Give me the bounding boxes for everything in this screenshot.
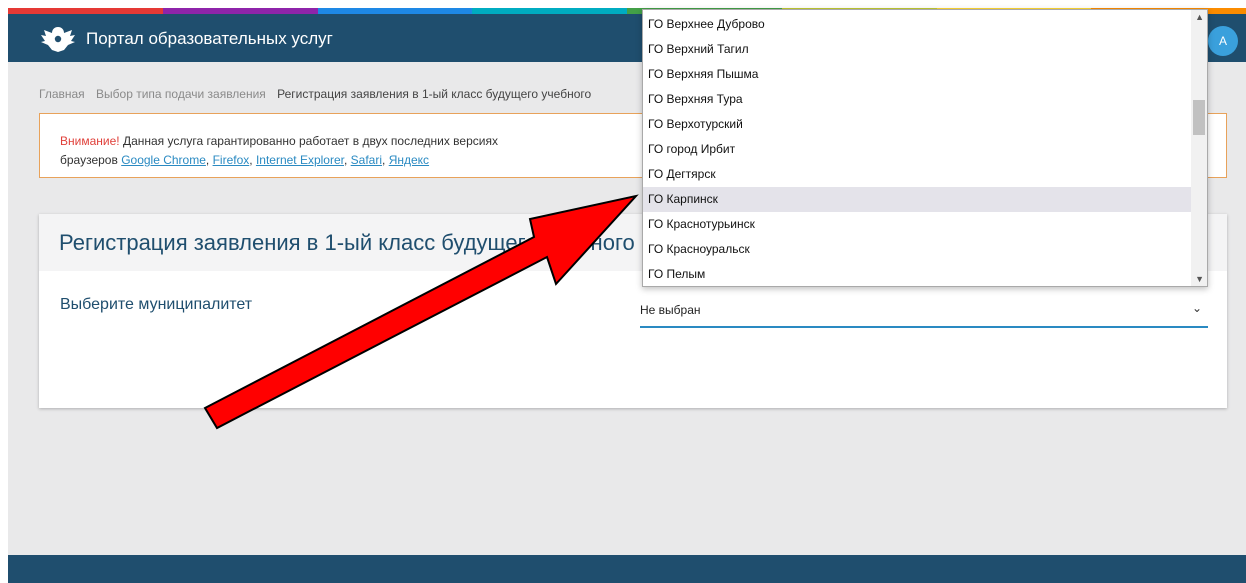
- scroll-down-icon[interactable]: ▼: [1195, 274, 1204, 284]
- dropdown-option[interactable]: ГО город Ирбит: [643, 137, 1191, 162]
- link-google-chrome[interactable]: Google Chrome: [121, 153, 206, 167]
- site-footer: [8, 555, 1246, 583]
- scroll-thumb[interactable]: [1193, 100, 1205, 135]
- dropdown-option[interactable]: ГО Верхотурский: [643, 112, 1191, 137]
- dropdown-option[interactable]: ГО Пелым: [643, 262, 1191, 286]
- chevron-down-icon: ⌄: [1191, 301, 1202, 315]
- dropdown-option[interactable]: ГО Краснотурьинск: [643, 212, 1191, 237]
- dropdown-option[interactable]: ГО Верхнее Дуброво: [643, 12, 1191, 37]
- municipality-select[interactable]: Не выбран ⌄: [640, 296, 1208, 328]
- link-separator: ,: [205, 153, 213, 167]
- link-firefox[interactable]: Firefox: [213, 153, 250, 167]
- dropdown-option[interactable]: ГО Верхний Тагил: [643, 37, 1191, 62]
- warning-attention: Внимание!: [60, 134, 120, 148]
- breadcrumb-current: Регистрация заявления в 1-ый класс будущ…: [277, 87, 592, 101]
- link-yandex[interactable]: Яндекс: [389, 153, 429, 167]
- link-separator: ,: [344, 153, 351, 167]
- municipality-dropdown-list[interactable]: ГО Верхнее Дуброво ГО Верхний Тагил ГО В…: [642, 9, 1208, 287]
- breadcrumb-submission-type[interactable]: Выбор типа подачи заявления: [96, 87, 266, 101]
- breadcrumb: Главная Выбор типа подачи заявления Реги…: [39, 87, 659, 101]
- municipality-label: Выберите муниципалитет: [60, 296, 253, 313]
- link-internet-explorer[interactable]: Internet Explorer: [256, 153, 344, 167]
- dropdown-option[interactable]: ГО Верхняя Тура: [643, 87, 1191, 112]
- site-title[interactable]: Портал образовательных услуг: [86, 29, 333, 49]
- coat-of-arms-icon[interactable]: [38, 24, 78, 54]
- breadcrumb-home[interactable]: Главная: [39, 87, 85, 101]
- warning-browsers-label: браузеров: [60, 153, 122, 167]
- warning-text: Данная услуга гарантированно работает в …: [119, 134, 498, 148]
- select-value: Не выбран: [640, 303, 701, 317]
- scroll-up-icon[interactable]: ▲: [1195, 12, 1204, 22]
- login-button[interactable]: А: [1208, 26, 1238, 56]
- link-separator: ,: [249, 153, 256, 167]
- dropdown-option[interactable]: ГО Верхняя Пышма: [643, 62, 1191, 87]
- dropdown-option[interactable]: ГО Карпинск: [643, 187, 1191, 212]
- dropdown-scrollbar[interactable]: ▲ ▼: [1191, 10, 1207, 286]
- link-separator: ,: [382, 153, 389, 167]
- link-safari[interactable]: Safari: [351, 153, 382, 167]
- dropdown-option[interactable]: ГО Красноуральск: [643, 237, 1191, 262]
- page-title: Регистрация заявления в 1-ый класс будущ…: [59, 230, 639, 255]
- dropdown-option[interactable]: ГО Дегтярск: [643, 162, 1191, 187]
